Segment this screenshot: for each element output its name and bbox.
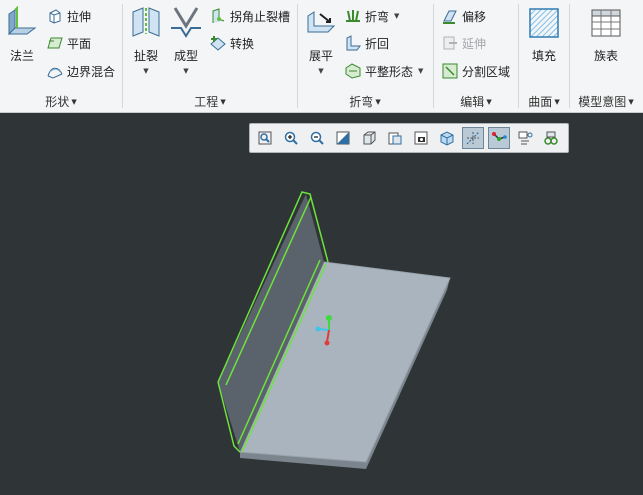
family-table-label: 族表	[593, 49, 618, 63]
rip-label: 扯裂	[133, 49, 158, 63]
boundary-blend-label: 边界混合	[67, 64, 116, 79]
unbend-label: 展平	[308, 49, 333, 63]
extend-icon	[443, 36, 457, 50]
spin-center-icon[interactable]	[488, 127, 510, 149]
chevron-down-icon: ▼	[318, 67, 324, 75]
graphics-window[interactable]	[0, 113, 643, 492]
group-model-intent: 族表 模型意图 ▼	[570, 0, 642, 112]
saved-orientations-icon[interactable]	[384, 127, 406, 149]
extend-label: 延伸	[462, 36, 487, 51]
group-label-engineering[interactable]: 工程 ▼	[123, 93, 297, 110]
group-label-shape[interactable]: 形状 ▼	[0, 93, 122, 110]
ribbon: 法兰 拉伸 平面 边界混合 形状 ▼ 扯裂 ▼ 成型 ▼ 拐角止裂槽 转换 工程…	[0, 0, 643, 113]
plane-icon	[47, 37, 63, 49]
rip-button[interactable]: 扯裂 ▼	[129, 6, 163, 75]
corner-relief-button[interactable]: 拐角止裂槽	[209, 5, 290, 27]
offset-button[interactable]: 偏移	[441, 5, 486, 27]
chevron-down-icon: ▼	[183, 67, 189, 75]
chevron-down-icon: ▼	[628, 98, 634, 106]
form-icon	[171, 7, 201, 38]
group-label-bend[interactable]: 折弯 ▼	[298, 93, 432, 110]
corner-relief-label: 拐角止裂槽	[230, 9, 291, 24]
chevron-down-icon: ▼	[220, 98, 226, 106]
group-engineering: 扯裂 ▼ 成型 ▼ 拐角止裂槽 转换 工程 ▼	[123, 0, 297, 112]
refit-icon[interactable]	[254, 127, 276, 149]
sheetmetal-part[interactable]	[0, 113, 643, 492]
chevron-down-icon: ▼	[418, 67, 424, 75]
rip-icon	[132, 7, 160, 37]
appearance-icon[interactable]	[540, 127, 562, 149]
perspective-icon[interactable]	[436, 127, 458, 149]
convert-icon	[210, 36, 226, 51]
group-shape: 法兰 拉伸 平面 边界混合 形状 ▼	[0, 0, 122, 112]
group-surface: 填充 曲面 ▼	[519, 0, 569, 112]
bend-label: 折弯	[365, 9, 390, 24]
convert-button[interactable]: 转换	[209, 32, 254, 54]
plane-label: 平面	[67, 36, 92, 51]
boundary-blend-button[interactable]: 边界混合	[46, 60, 115, 82]
group-label-edit[interactable]: 编辑 ▼	[434, 93, 518, 110]
boundary-blend-icon	[47, 67, 63, 79]
extrude-label: 拉伸	[67, 9, 92, 24]
chevron-down-icon: ▼	[554, 98, 560, 106]
flange-button[interactable]: 法兰	[4, 5, 40, 64]
group-edit: 偏移 延伸 分割区域 编辑 ▼	[434, 0, 518, 112]
unbend-icon	[307, 11, 336, 33]
family-table-button[interactable]: 族表	[589, 6, 623, 64]
chevron-down-icon: ▼	[71, 98, 77, 106]
bend-icon	[346, 10, 360, 22]
repaint-icon[interactable]	[332, 127, 354, 149]
chevron-down-icon: ▼	[143, 67, 149, 75]
flat-pattern-icon	[345, 63, 361, 79]
group-label-model-intent[interactable]: 模型意图 ▼	[570, 93, 642, 110]
split-area-label: 分割区域	[462, 64, 511, 79]
bend-back-label: 折回	[365, 36, 390, 51]
group-bend: 展平 ▼ 折弯 ▼ 折回 平整形态 ▼ 折弯 ▼	[298, 0, 432, 112]
flat-pattern-label: 平整形态	[365, 64, 414, 79]
bend-back-button[interactable]: 折回	[344, 32, 389, 54]
plane-button[interactable]: 平面	[46, 32, 91, 54]
extend-button[interactable]: 延伸	[441, 32, 486, 54]
split-area-button[interactable]: 分割区域	[441, 60, 510, 82]
chevron-down-icon: ▼	[394, 12, 400, 20]
annotation-display-icon[interactable]	[514, 127, 536, 149]
bend-button[interactable]: 折弯 ▼	[344, 5, 399, 27]
form-label: 成型	[173, 49, 198, 63]
flat-pattern-button[interactable]: 平整形态 ▼	[344, 60, 423, 82]
offset-icon	[443, 10, 457, 24]
form-button[interactable]: 成型 ▼	[169, 6, 203, 75]
unbend-button[interactable]: 展平 ▼	[304, 6, 338, 75]
fill-icon	[529, 8, 559, 38]
bend-back-icon	[346, 35, 361, 51]
convert-label: 转换	[230, 36, 255, 51]
fill-button[interactable]: 填充	[527, 6, 561, 64]
display-style-icon[interactable]	[358, 127, 380, 149]
extrude-icon	[49, 9, 61, 24]
group-label-surface[interactable]: 曲面 ▼	[519, 93, 569, 110]
graphics-toolbar	[249, 123, 569, 153]
family-table-icon	[591, 9, 621, 37]
chevron-down-icon: ▼	[486, 98, 492, 106]
datum-display-icon[interactable]	[462, 127, 484, 149]
corner-relief-icon	[212, 8, 225, 23]
chevron-down-icon: ▼	[375, 98, 381, 106]
offset-label: 偏移	[462, 9, 487, 24]
named-views-icon[interactable]	[410, 127, 432, 149]
fill-label: 填充	[531, 49, 556, 63]
flange-label: 法兰	[9, 49, 34, 63]
flange-icon	[7, 5, 37, 35]
zoom-in-icon[interactable]	[280, 127, 302, 149]
split-area-icon	[442, 63, 458, 79]
extrude-button[interactable]: 拉伸	[46, 5, 91, 27]
zoom-out-icon[interactable]	[306, 127, 328, 149]
